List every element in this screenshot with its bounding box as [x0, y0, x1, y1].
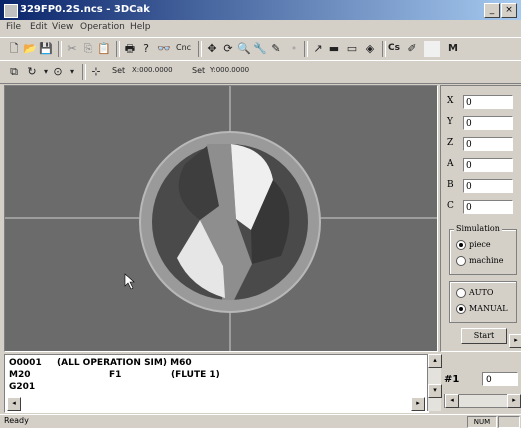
- axis-label-x: X: [447, 96, 454, 106]
- part-render: [5, 86, 437, 351]
- menu-bar: File Edit View Operation Help: [0, 20, 521, 36]
- num-lock-indicator: NUM: [467, 416, 497, 428]
- axis-label-y: Y: [447, 117, 453, 127]
- set-y-label[interactable]: Set: [192, 66, 205, 75]
- blank-icon[interactable]: [424, 41, 440, 57]
- arrow-icon[interactable]: ↗: [310, 41, 326, 57]
- status-bar: Ready NUM: [0, 414, 521, 428]
- axis-icon[interactable]: ⊹: [88, 64, 104, 80]
- mouse-cursor-icon: [124, 273, 135, 290]
- menu-operation[interactable]: Operation: [80, 22, 125, 32]
- coord-y: Y:000.0000: [210, 66, 250, 74]
- disabled-icon: •: [290, 42, 298, 55]
- window-title: 329FP0.2S.ncs - 3DCak: [20, 4, 150, 15]
- dropdown2-icon[interactable]: ▾: [64, 64, 80, 80]
- listing-scroll-right[interactable]: ▸: [411, 397, 425, 411]
- tool-number-label: #1: [444, 374, 460, 385]
- zoom-icon[interactable]: 🔍: [236, 41, 252, 57]
- axis-panel: X 0 Y 0 Z 0 A 0 B 0 C 0 Simulation piece…: [440, 85, 521, 352]
- probe-icon[interactable]: ✎: [268, 41, 284, 57]
- listing-scroll-left[interactable]: ◂: [7, 397, 21, 411]
- axis-input-c[interactable]: 0: [463, 200, 513, 214]
- open-file-icon[interactable]: 📂: [22, 41, 38, 57]
- menu-view[interactable]: View: [52, 22, 73, 32]
- cut-icon[interactable]: ✂: [64, 41, 80, 57]
- program-line-1-col1: O0001: [9, 358, 42, 368]
- simulation-viewport[interactable]: [4, 85, 438, 352]
- menu-file[interactable]: File: [6, 22, 21, 32]
- tool-scroll-right[interactable]: ▸: [507, 394, 521, 408]
- scroll-down-icon[interactable]: ▾: [428, 384, 442, 398]
- axis-input-z[interactable]: 0: [463, 137, 513, 151]
- listing-vscroll[interactable]: ▴ ▾: [427, 354, 442, 411]
- simulation-title: Simulation: [454, 224, 502, 233]
- rotate-icon[interactable]: ⟳: [220, 41, 236, 57]
- axis-input-y[interactable]: 0: [463, 116, 513, 130]
- tool-number-input[interactable]: 0: [482, 372, 518, 386]
- start-button[interactable]: Start: [461, 328, 507, 344]
- view-iso-icon[interactable]: ◈: [362, 41, 378, 57]
- radio-piece[interactable]: piece: [456, 240, 491, 250]
- cnc-label[interactable]: Cnc: [176, 43, 191, 52]
- secondary-toolbar: ⧉ ↻ ▾ ⊙ ▾ ⊹ Set X:000.0000 Set Y:000.000…: [0, 60, 521, 84]
- m-label[interactable]: M: [448, 43, 458, 54]
- radio-manual[interactable]: MANUAL: [456, 304, 508, 314]
- main-toolbar: 🗋 📂 💾 ✂ ⎘ 📋 🖶 ? 👓 Cnc ✥ ⟳ 🔍 🔧 ✎ • ↗ ▬ ▭ …: [0, 37, 521, 61]
- program-line-2-col3: (FLUTE 1): [171, 370, 220, 380]
- title-bar: 329FP0.2S.ncs - 3DCak _ ×: [0, 0, 521, 20]
- radio-auto[interactable]: AUTO: [456, 288, 493, 298]
- tool-icon[interactable]: 🔧: [252, 41, 268, 57]
- radio-machine[interactable]: machine: [456, 256, 503, 266]
- minimize-button[interactable]: _: [484, 3, 500, 18]
- tool-scrollbar[interactable]: ◂ ▸: [444, 394, 521, 408]
- close-button[interactable]: ×: [501, 3, 517, 18]
- axis-input-b[interactable]: 0: [463, 179, 513, 193]
- glasses-icon[interactable]: 👓: [156, 41, 172, 57]
- help-icon[interactable]: ?: [138, 41, 154, 57]
- program-line-2-col2: F1: [109, 370, 122, 380]
- panel-scroll-right[interactable]: ▸: [509, 334, 521, 348]
- print-icon[interactable]: 🖶: [122, 41, 138, 57]
- copy-icon[interactable]: ⎘: [80, 41, 96, 57]
- status-cell-empty: [498, 416, 520, 428]
- frame-icon[interactable]: ⧉: [6, 64, 22, 80]
- view-front-icon[interactable]: ▬: [326, 41, 342, 57]
- axis-label-z: Z: [447, 138, 454, 148]
- status-text: Ready: [4, 416, 29, 425]
- set-x-label[interactable]: Set: [112, 66, 125, 75]
- axis-input-x[interactable]: 0: [463, 95, 513, 109]
- view-side-icon[interactable]: ▭: [344, 41, 360, 57]
- axis-label-c: C: [447, 201, 454, 211]
- coord-x: X:000.0000: [132, 66, 173, 74]
- move-icon[interactable]: ✥: [204, 41, 220, 57]
- program-line-2-col1: M20: [9, 370, 31, 380]
- program-line-3-col1: G201: [9, 382, 36, 392]
- program-line-1-col2: (ALL OPERATION SIM) M60: [57, 358, 192, 368]
- program-listing[interactable]: O0001 (ALL OPERATION SIM) M60 M20 F1 (FL…: [4, 354, 429, 413]
- mode-group: AUTO MANUAL: [449, 281, 517, 323]
- menu-edit[interactable]: Edit: [30, 22, 47, 32]
- axis-input-a[interactable]: 0: [463, 158, 513, 172]
- menu-help[interactable]: Help: [130, 22, 151, 32]
- cs-label[interactable]: Cs: [388, 43, 400, 53]
- axis-label-b: B: [447, 180, 454, 190]
- save-icon[interactable]: 💾: [38, 41, 54, 57]
- app-icon: [4, 4, 18, 18]
- paste-icon[interactable]: 📋: [96, 41, 112, 57]
- scroll-up-icon[interactable]: ▴: [428, 354, 442, 368]
- tool-scroll-left[interactable]: ◂: [445, 394, 459, 408]
- simulation-group: Simulation piece machine: [449, 224, 517, 275]
- new-file-icon[interactable]: 🗋: [6, 41, 22, 57]
- axis-label-a: A: [447, 159, 454, 169]
- pen-icon[interactable]: ✐: [404, 41, 420, 57]
